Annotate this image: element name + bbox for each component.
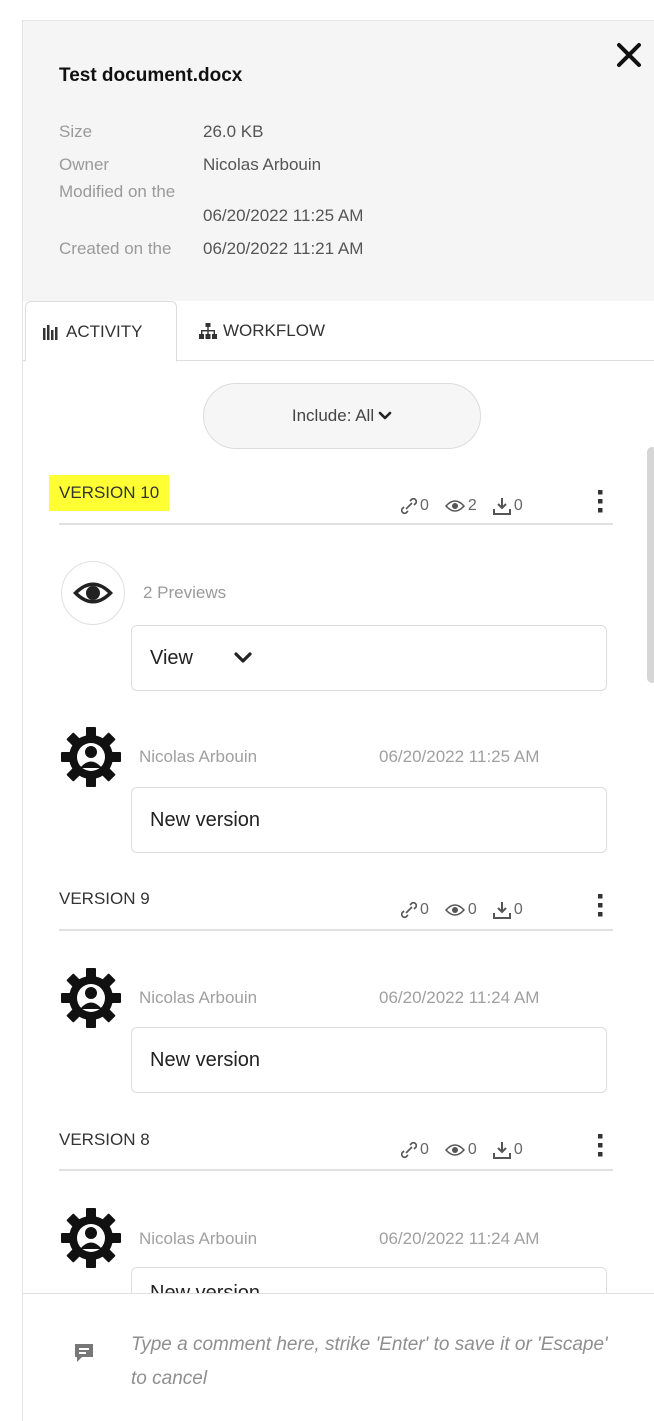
kebab-menu-icon	[598, 1134, 603, 1157]
links-count: 0	[420, 901, 429, 918]
previews-count-text: 2 Previews	[143, 583, 227, 602]
document-header: Test document.docx Size 26.0 KB Owner Ni…	[23, 21, 654, 301]
links-count: 0	[420, 497, 429, 514]
downloads-count: 0	[513, 1141, 523, 1158]
kebab-menu-icon	[598, 490, 603, 513]
version-10-menu-button[interactable]	[593, 489, 607, 515]
link-icon	[401, 1142, 417, 1158]
meta-value-owner: Nicolas Arbouin	[203, 155, 322, 174]
links-stat: 0	[401, 901, 429, 919]
version-9-author: Nicolas Arbouin	[139, 988, 258, 1007]
version-10-stats: 0 2 0	[401, 497, 539, 515]
sitemap-icon	[199, 323, 217, 339]
version-10-comment: New version	[131, 787, 607, 853]
link-icon	[401, 902, 417, 918]
link-icon	[401, 498, 417, 514]
downloads-count: 0	[513, 901, 523, 918]
tab-bar: ACTIVITY WORKFLOW	[23, 301, 654, 362]
download-icon	[492, 1142, 511, 1159]
version-10-divider	[59, 523, 613, 525]
preview-avatar	[61, 561, 125, 625]
links-stat: 0	[401, 1141, 429, 1159]
version-9-stats: 0 0 0	[401, 901, 539, 919]
tab-activity-label: ACTIVITY	[66, 321, 143, 341]
download-icon	[492, 902, 511, 919]
version-8-menu-button[interactable]	[593, 1133, 607, 1159]
scrollbar-thumb[interactable]	[647, 447, 654, 683]
close-icon	[617, 43, 641, 67]
version-9-label: VERSION 9	[59, 889, 150, 908]
version-10-date: 06/20/2022 11:25 AM	[379, 747, 540, 766]
chevron-down-icon	[234, 652, 252, 663]
downloads-count: 0	[513, 497, 523, 514]
meta-label-size: Size	[59, 122, 93, 141]
comment-icon	[75, 1344, 93, 1362]
kebab-menu-icon	[598, 894, 603, 917]
chevron-down-icon	[378, 411, 392, 420]
meta-value-created: 06/20/2022 11:21 AM	[203, 239, 364, 258]
version-8-author: Nicolas Arbouin	[139, 1229, 258, 1248]
version-9-divider	[59, 929, 613, 931]
view-select[interactable]: View	[131, 625, 607, 691]
eye-icon	[73, 582, 113, 604]
meta-label-created: Created on the	[59, 239, 172, 258]
version-9-comment: New version	[131, 1027, 607, 1093]
downloads-stat: 0	[492, 497, 523, 515]
user-gear-avatar-icon	[61, 1208, 121, 1268]
eye-icon	[444, 904, 465, 916]
comment-input[interactable]: Type a comment here, strike 'Enter' to s…	[131, 1328, 621, 1396]
tab-workflow[interactable]: WORKFLOW	[193, 301, 325, 361]
document-title: Test document.docx	[59, 65, 243, 86]
views-stat: 0	[444, 1141, 477, 1159]
meta-value-size: 26.0 KB	[203, 122, 264, 141]
download-icon	[492, 498, 511, 515]
downloads-stat: 0	[492, 901, 523, 919]
meta-label-owner: Owner	[59, 155, 110, 174]
bar-chart-icon	[43, 324, 58, 340]
include-filter-button[interactable]: Include: All	[203, 383, 481, 449]
eye-icon	[444, 500, 465, 512]
include-filter-label: Include: All	[291, 406, 375, 425]
close-button[interactable]	[613, 39, 645, 71]
version-10-label: VERSION 10	[49, 475, 170, 511]
links-count: 0	[420, 1141, 429, 1158]
views-count: 2	[467, 497, 477, 514]
tab-activity[interactable]: ACTIVITY	[25, 301, 177, 362]
version-10-author: Nicolas Arbouin	[139, 747, 258, 766]
version-8-date: 06/20/2022 11:24 AM	[379, 1229, 540, 1248]
version-8-comment: New version	[131, 1267, 607, 1293]
version-8-divider	[59, 1169, 613, 1171]
views-stat: 2	[444, 497, 477, 515]
version-9-menu-button[interactable]	[593, 893, 607, 919]
eye-icon	[444, 1144, 465, 1156]
version-8-label: VERSION 8	[59, 1130, 150, 1149]
downloads-stat: 0	[492, 1141, 523, 1159]
views-count: 0	[467, 901, 477, 918]
user-gear-avatar-icon	[61, 727, 121, 787]
links-stat: 0	[401, 497, 429, 515]
meta-value-modified: 06/20/2022 11:25 AM	[203, 206, 364, 225]
user-gear-avatar-icon	[61, 968, 121, 1028]
document-details-panel: Test document.docx Size 26.0 KB Owner Ni…	[22, 20, 654, 1421]
views-count: 0	[467, 1141, 477, 1158]
views-stat: 0	[444, 901, 477, 919]
version-8-stats: 0 0 0	[401, 1141, 539, 1159]
comment-composer: Type a comment here, strike 'Enter' to s…	[23, 1293, 654, 1421]
tab-workflow-label: WORKFLOW	[223, 321, 325, 340]
version-9-date: 06/20/2022 11:24 AM	[379, 988, 540, 1007]
view-select-value: View	[150, 646, 193, 669]
meta-label-modified: Modified on the	[59, 182, 176, 201]
